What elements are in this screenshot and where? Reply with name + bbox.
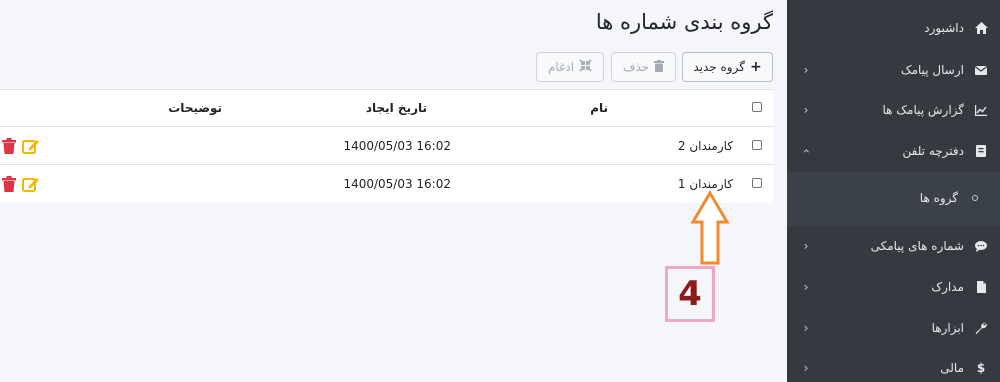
sidebar-item-label: ابزارها — [931, 321, 964, 335]
header-description: توضیحات — [168, 101, 222, 115]
chevron-down-icon: ‹ — [799, 148, 813, 154]
sidebar-item-label: ارسال پیامک — [900, 63, 964, 77]
sidebar-subitem-groups[interactable]: گروه ها — [787, 178, 1000, 218]
chevron-left-icon: ‹ — [803, 103, 809, 117]
select-all-checkbox[interactable] — [752, 102, 762, 112]
annotation-number-box: 4 — [665, 266, 715, 322]
sidebar-item-phonebook[interactable]: دفترچه تلفن ‹ — [787, 131, 1000, 171]
edit-icon[interactable] — [22, 138, 40, 154]
table-header-row: نام تاریخ ایجاد توضیحات — [0, 89, 773, 127]
sidebar-item-label: داشبورد — [924, 21, 964, 35]
main-content: گروه بندی شماره ها + گروه جدید حذف ادغام… — [0, 0, 787, 382]
sidebar-item-tools[interactable]: ابزارها ‹ — [787, 308, 1000, 348]
annotation-arrow — [690, 190, 730, 266]
address-book-icon — [974, 144, 988, 158]
sidebar-item-label: دفترچه تلفن — [902, 144, 964, 158]
delete-label: حذف — [622, 60, 650, 74]
sidebar-subitem-label: گروه ها — [919, 191, 958, 205]
sidebar-item-label: مدارک — [931, 280, 964, 294]
row-checkbox[interactable] — [752, 178, 762, 188]
chevron-left-icon: ‹ — [803, 321, 809, 335]
plus-icon: + — [749, 59, 762, 75]
new-group-label: گروه جدید — [693, 60, 745, 74]
new-group-button[interactable]: + گروه جدید — [682, 52, 773, 82]
chevron-left-icon: ‹ — [803, 280, 809, 294]
envelope-icon — [974, 63, 988, 77]
home-icon — [974, 21, 988, 35]
chevron-left-icon: ‹ — [803, 239, 809, 253]
edit-icon[interactable] — [22, 176, 40, 192]
row-created: 1400/05/03 16:02 — [343, 139, 451, 153]
trash-icon — [654, 59, 665, 75]
merge-label: ادغام — [547, 60, 575, 74]
row-name: کارمندان 2 — [677, 139, 733, 153]
groups-table: نام تاریخ ایجاد توضیحات کارمندان 2 1400/… — [0, 89, 773, 203]
compress-icon — [579, 59, 592, 75]
dollar-icon: $ — [976, 361, 986, 375]
sidebar-item-dashboard[interactable]: داشبورد — [787, 8, 1000, 48]
delete-icon[interactable] — [1, 176, 17, 192]
sidebar-item-sms-numbers[interactable]: شماره های پیامکی ‹ — [787, 226, 1000, 266]
row-name: کارمندان 1 — [677, 177, 733, 191]
page-title: گروه بندی شماره ها — [595, 10, 773, 34]
delete-button[interactable]: حذف — [611, 52, 676, 82]
sidebar-item-finance[interactable]: $ مالی ‹ — [787, 348, 1000, 382]
sidebar-item-documents[interactable]: مدارک ‹ — [787, 267, 1000, 307]
header-name: نام — [590, 101, 608, 115]
sidebar-item-label: مالی — [940, 361, 964, 375]
circle-icon — [972, 195, 978, 201]
sidebar-item-send-sms[interactable]: ارسال پیامک ‹ — [787, 50, 1000, 90]
header-created: تاریخ ایجاد — [365, 101, 427, 115]
sidebar-item-sms-report[interactable]: گزارش پیامک ها ‹ — [787, 90, 1000, 130]
row-created: 1400/05/03 16:02 — [343, 177, 451, 191]
chart-icon — [974, 103, 988, 117]
table-row[interactable]: کارمندان 2 1400/05/03 16:02 — [0, 127, 773, 165]
sidebar: داشبورد ارسال پیامک ‹ گزارش پیامک ها ‹ د… — [787, 0, 1000, 382]
sidebar-item-label: شماره های پیامکی — [870, 239, 964, 253]
chevron-left-icon: ‹ — [803, 63, 809, 77]
row-checkbox[interactable] — [752, 140, 762, 150]
annotation-number: 4 — [678, 274, 702, 314]
delete-icon[interactable] — [1, 138, 17, 154]
wrench-icon — [974, 321, 988, 335]
table-row[interactable]: کارمندان 1 1400/05/03 16:02 — [0, 165, 773, 203]
merge-button[interactable]: ادغام — [536, 52, 604, 82]
comment-icon — [974, 239, 988, 253]
chevron-left-icon: ‹ — [803, 361, 809, 375]
file-icon — [974, 280, 988, 294]
sidebar-item-label: گزارش پیامک ها — [882, 103, 964, 117]
